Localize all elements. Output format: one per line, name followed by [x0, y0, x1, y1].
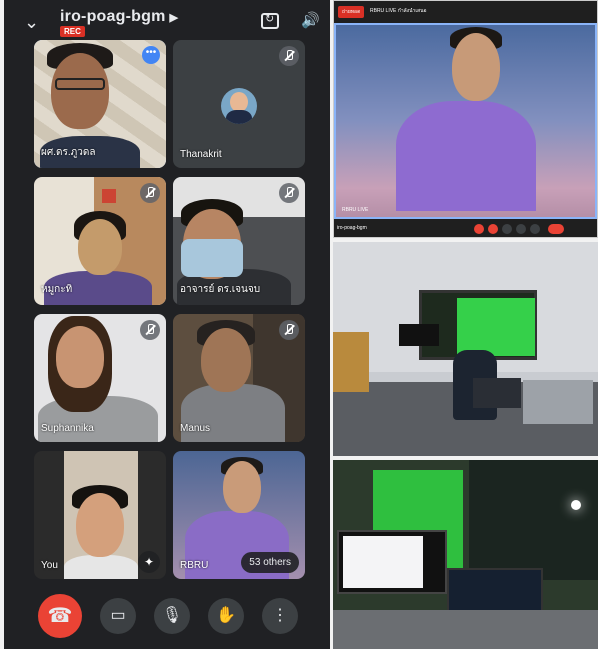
meeting-title: iro-poag-bgm [337, 225, 367, 231]
participant-face [78, 219, 122, 275]
stream-caption: RBRU LIVE [342, 207, 369, 213]
participant-face [56, 326, 104, 388]
presenter-body [396, 101, 536, 211]
present-icon[interactable] [516, 224, 526, 234]
green-screen [457, 298, 535, 356]
live-badge: ถ่ายทอด [338, 6, 365, 18]
room-name-button[interactable]: iro-poag-bgm ▶ [60, 8, 178, 26]
studio-photo [333, 460, 598, 649]
camera-off-icon[interactable] [488, 224, 498, 234]
face-mask [181, 239, 243, 277]
more-options-button[interactable]: ⋮ [262, 598, 298, 634]
mic-off-icon [140, 320, 160, 340]
participant-tile[interactable]: Suphannika [34, 314, 166, 442]
recording-badge: REC [60, 26, 85, 37]
participant-name: อาจารย์ ดร.เจนจบ [180, 284, 261, 295]
microphone-button[interactable]: 🎙 [154, 598, 190, 634]
meet-header: ⌄ iro-poag-bgm▶ REC 🔊 [4, 0, 330, 44]
participant-name: Manus [180, 423, 211, 434]
more-vert-icon: ⋮ [272, 607, 288, 624]
shelf-item [102, 189, 116, 203]
control-room-photo [333, 242, 598, 456]
mic-off-icon [279, 46, 299, 66]
participant-name: RBRU [180, 560, 209, 571]
hand-icon[interactable] [502, 224, 512, 234]
microphone-icon: 🎙 [161, 607, 183, 624]
switch-camera-icon[interactable] [261, 12, 279, 29]
participant-name: You [41, 560, 58, 571]
hand-icon: ✋ [216, 607, 236, 624]
meet-app: ⌄ iro-poag-bgm▶ REC 🔊 ••• ผศ.ดร.ภูวดล Th… [4, 0, 330, 649]
mic-off-icon[interactable] [474, 224, 484, 234]
participant-name: ผศ.ดร.ภูวดล [41, 147, 96, 158]
camera-button[interactable]: ▭ [100, 598, 136, 634]
avatar [221, 88, 257, 124]
laptop [473, 378, 521, 408]
participant-tile[interactable]: ✦ You [34, 451, 166, 579]
monitor [399, 324, 439, 346]
speaker-icon[interactable]: 🔊 [301, 11, 320, 29]
participant-name: Suphannika [41, 423, 94, 434]
participant-tile[interactable]: Thanakrit [173, 40, 305, 168]
participant-tile[interactable]: อาจารย์ ดร.เจนจบ [173, 177, 305, 305]
effects-sparkle-icon[interactable]: ✦ [138, 551, 160, 573]
video-camera-icon: ▭ [110, 607, 126, 624]
mic-off-icon [279, 320, 299, 340]
slide-screen [343, 536, 423, 588]
more-vert-icon[interactable] [530, 224, 540, 234]
participant-tile[interactable]: หมูกะทิ [34, 177, 166, 305]
raise-hand-button[interactable]: ✋ [208, 598, 244, 634]
studio-light [571, 500, 581, 510]
more-options-icon[interactable]: ••• [142, 46, 160, 64]
end-call-icon[interactable] [548, 224, 564, 234]
presenter-video: RBRU LIVE [334, 23, 597, 219]
chevron-down-icon[interactable]: ⌄ [24, 12, 39, 33]
participant-face [201, 328, 251, 392]
caret-right-icon: ▶ [169, 12, 179, 24]
phone-hangup-icon: ☎ [47, 605, 73, 627]
desk [523, 380, 593, 424]
control-desk [333, 610, 598, 649]
live-stream-screenshot: ถ่ายทอด RBRU LIVE กำลังนำเสนอ RBRU LIVE … [333, 0, 598, 238]
participant-body [64, 555, 138, 579]
participant-tile[interactable]: Manus [173, 314, 305, 442]
participant-name: หมูกะทิ [41, 284, 73, 295]
glasses [55, 78, 105, 90]
participant-tile[interactable]: ••• ผศ.ดร.ภูวดล [34, 40, 166, 168]
channel-name: RBRU LIVE กำลังนำเสนอ [370, 8, 427, 14]
others-count-chip[interactable]: 53 others [241, 552, 299, 573]
meeting-controls-bar: iro-poag-bgm [334, 219, 597, 237]
end-call-button[interactable]: ☎ [38, 594, 82, 638]
easel [333, 332, 369, 392]
stream-header: ถ่ายทอด RBRU LIVE กำลังนำเสนอ [334, 1, 597, 23]
mic-off-icon [279, 183, 299, 203]
presenter-face [452, 33, 500, 101]
participant-name: Thanakrit [180, 149, 222, 160]
participant-tile[interactable]: RBRU 53 others [173, 451, 305, 579]
room-name: iro-poag-bgm [60, 8, 166, 25]
studio-background [469, 460, 598, 580]
mic-off-icon [140, 183, 160, 203]
participant-face [51, 53, 109, 129]
participant-face [223, 461, 261, 513]
participant-face [76, 493, 124, 557]
